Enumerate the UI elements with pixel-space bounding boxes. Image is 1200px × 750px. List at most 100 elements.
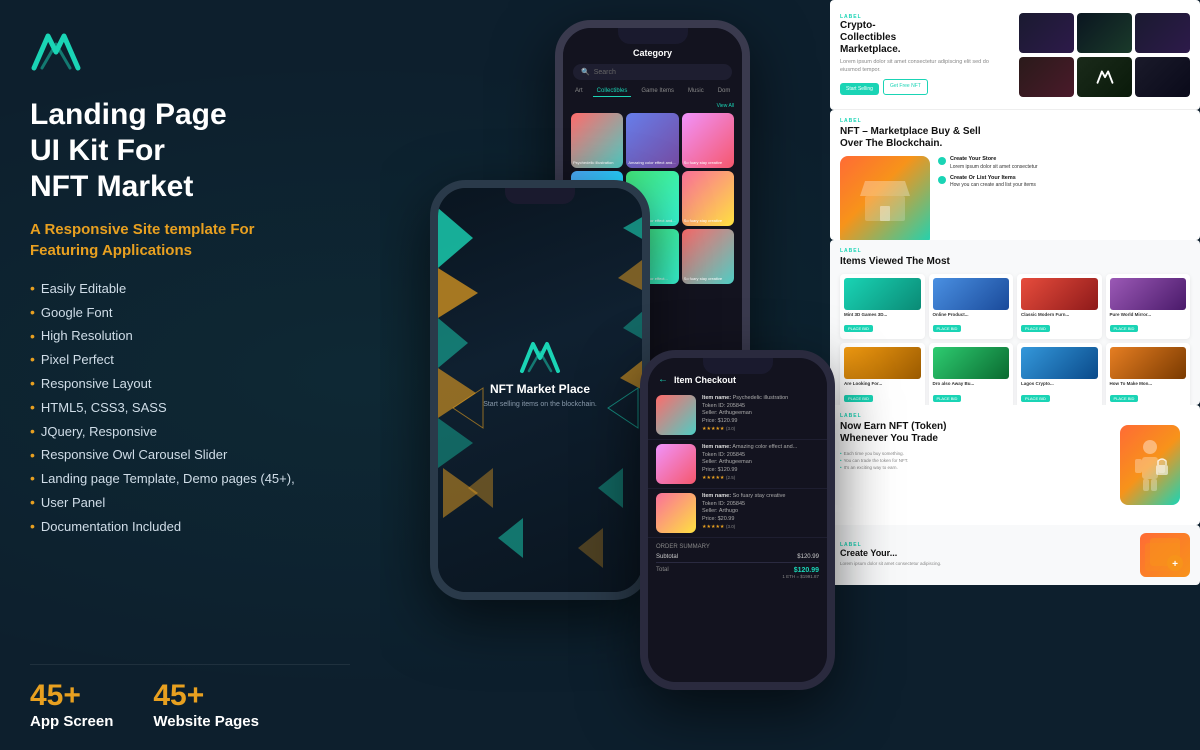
phone-marketplace-logo: [519, 338, 561, 374]
phone-marketplace-title: NFT Market Place: [490, 382, 590, 396]
total-usd: $120.99: [782, 567, 819, 574]
web-item-bid-8[interactable]: PLACE BID: [1110, 395, 1139, 402]
create-desc: Lorem ipsum dolor sit amet consectetur a…: [840, 561, 1134, 567]
phone-notch-3: [703, 358, 773, 374]
total-row: Total $120.99 1 ETH = $1991.87: [656, 562, 819, 583]
nft-card-2: Amazing color effect and...: [626, 113, 678, 168]
order-summary-title: Order Summary: [656, 544, 819, 550]
feature-item: Responsive Owl Carousel Slider: [30, 444, 350, 468]
web-item-name-2: Online Product...: [933, 312, 1010, 317]
nft-card-3: So fuary stay creative: [682, 113, 734, 168]
items-title: Items Viewed The Most: [840, 256, 1190, 268]
search-icon: 🔍: [581, 68, 590, 76]
market-label: Label: [840, 118, 1190, 124]
web-item-name-7: Lagos Crypto...: [1021, 381, 1098, 386]
web-item-name-6: Dro also Away Bu...: [933, 381, 1010, 386]
right-area: Category 🔍 Search Art Collectibles Game …: [380, 0, 1200, 750]
subtotal-value: $120.99: [797, 554, 819, 560]
checkout-item-info-1: Item name: Psychedelic illustration Toke…: [702, 395, 819, 435]
checkout-item-2: Item name: Amazing color effect and... T…: [648, 440, 827, 489]
website-area: Label Crypto-CollectiblesMarketplace. Lo…: [830, 0, 1200, 750]
subtotal-label: Subtotal: [656, 554, 678, 560]
hero-cta-2[interactable]: Get Free NFT: [883, 79, 928, 95]
hero-img-3: [1135, 13, 1190, 53]
phone-category-header: Category: [563, 46, 742, 64]
checkout-item-3: Item name: So fuary stay creative Token …: [648, 489, 827, 538]
feature-item: High Resolution: [30, 325, 350, 349]
step-dot-2: [938, 176, 946, 184]
web-item-img-2: [933, 278, 1010, 310]
brand-logo: [30, 28, 82, 72]
hero-img-6: [1135, 57, 1190, 97]
checkout-item-info-2: Item name: Amazing color effect and... T…: [702, 444, 819, 484]
items-label: Label: [840, 248, 1190, 254]
web-item-name-8: How To Make Mon...: [1110, 381, 1187, 386]
rating-stars-3: ★★★★★: [702, 524, 724, 530]
market-step-1: Create Your Store Lorem ipsum dolor sit …: [938, 156, 1190, 171]
web-create-section: Label Create Your... Lorem ipsum dolor s…: [830, 525, 1200, 585]
left-panel: Landing PageUI Kit ForNFT Market A Respo…: [0, 0, 380, 750]
feature-item: Pixel Perfect: [30, 348, 350, 372]
checkout-item-name-1: Item name: Psychedelic illustration Toke…: [702, 395, 819, 433]
feature-item: JQuery, Responsive: [30, 420, 350, 444]
web-item-img-4: [1110, 278, 1187, 310]
web-item-img-8: [1110, 347, 1187, 379]
hero-img-2: [1077, 13, 1132, 53]
feature-item: Google Font: [30, 301, 350, 325]
web-create-text: Label Create Your... Lorem ipsum dolor s…: [840, 542, 1134, 567]
total-label: Total: [656, 567, 669, 579]
rating-stars-2: ★★★★★: [702, 475, 724, 481]
nft-card-6: So fuary stay creative: [682, 171, 734, 226]
step-text-1: Create Your Store Lorem ipsum dolor sit …: [950, 156, 1038, 171]
phone-marketplace-content: NFT Market Place Start selling items on …: [438, 188, 642, 592]
hero-img-4: [1019, 57, 1074, 97]
checkout-item-1: Item name: Psychedelic illustration Toke…: [648, 391, 827, 440]
order-summary: Order Summary Subtotal $120.99 Total $12…: [648, 538, 827, 589]
web-earn-section: Label Now Earn NFT (Token)Whenever You T…: [830, 405, 1200, 525]
phones-area: Category 🔍 Search Art Collectibles Game …: [380, 0, 880, 750]
web-item-bid-7[interactable]: PLACE BID: [1021, 395, 1050, 402]
nft-card-label-1: Psychedelic illustration: [573, 161, 621, 166]
tab-collectibles: Collectibles: [593, 86, 632, 97]
nft-card-1: Psychedelic illustration: [571, 113, 623, 168]
web-item-7: Lagos Crypto... PLACE BID: [1017, 343, 1102, 405]
web-item-bid-4[interactable]: PLACE BID: [1110, 325, 1139, 332]
web-item-img-6: [933, 347, 1010, 379]
web-earn-image: [1110, 413, 1190, 517]
feature-list: Easily Editable Google Font High Resolut…: [30, 277, 350, 539]
nft-card-9: So fuary stay creative: [682, 229, 734, 284]
nft-card-label-2: Amazing color effect and...: [628, 161, 676, 166]
checkout-item-name-3: Item name: So fuary stay creative Token …: [702, 493, 819, 531]
stat-label-app: App Screen: [30, 713, 113, 730]
stat-app-screen: 45+ App Screen: [30, 681, 113, 730]
feature-item: Easily Editable: [30, 277, 350, 301]
market-content: Create Your Store Lorem ipsum dolor sit …: [840, 156, 1190, 240]
checkout-title: Item Checkout: [674, 375, 736, 385]
web-item-3: Classic Modern Furn... PLACE BID: [1017, 274, 1102, 339]
checkout-item-info-3: Item name: So fuary stay creative Token …: [702, 493, 819, 533]
web-item-bid-3[interactable]: PLACE BID: [1021, 325, 1050, 332]
tab-music: Music: [684, 86, 708, 97]
stat-number-web: 45+: [153, 681, 259, 711]
nft-card-label-9: So fuary stay creative: [684, 277, 732, 282]
phone-marketplace: NFT Market Place Start selling items on …: [430, 180, 650, 600]
checkout-header: ← Item Checkout: [648, 374, 827, 391]
back-icon[interactable]: ←: [658, 374, 668, 385]
phone-search-bar: 🔍 Search: [573, 64, 732, 80]
web-item-8: How To Make Mon... PLACE BID: [1106, 343, 1191, 405]
web-item-name-3: Classic Modern Furn...: [1021, 312, 1098, 317]
web-item-bid-6[interactable]: PLACE BID: [933, 395, 962, 402]
hero-img-5: [1077, 57, 1132, 97]
web-item-img-3: [1021, 278, 1098, 310]
web-market-section: Label NFT – Marketplace Buy & SellOver T…: [830, 110, 1200, 240]
web-item-6: Dro also Away Bu... PLACE BID: [929, 343, 1014, 405]
view-all-link[interactable]: View All: [563, 103, 742, 113]
web-item-name-4: Pure World Mirror...: [1110, 312, 1187, 317]
phone-marketplace-subtitle: Start selling items on the blockchain.: [483, 400, 597, 410]
stat-number-app: 45+: [30, 681, 113, 711]
tab-dom: Dom: [714, 86, 735, 97]
tab-game: Game Items: [637, 86, 678, 97]
svg-text:+: +: [1172, 559, 1178, 570]
web-item-bid-2[interactable]: PLACE BID: [933, 325, 962, 332]
checkout-item-image-2: [656, 444, 696, 484]
